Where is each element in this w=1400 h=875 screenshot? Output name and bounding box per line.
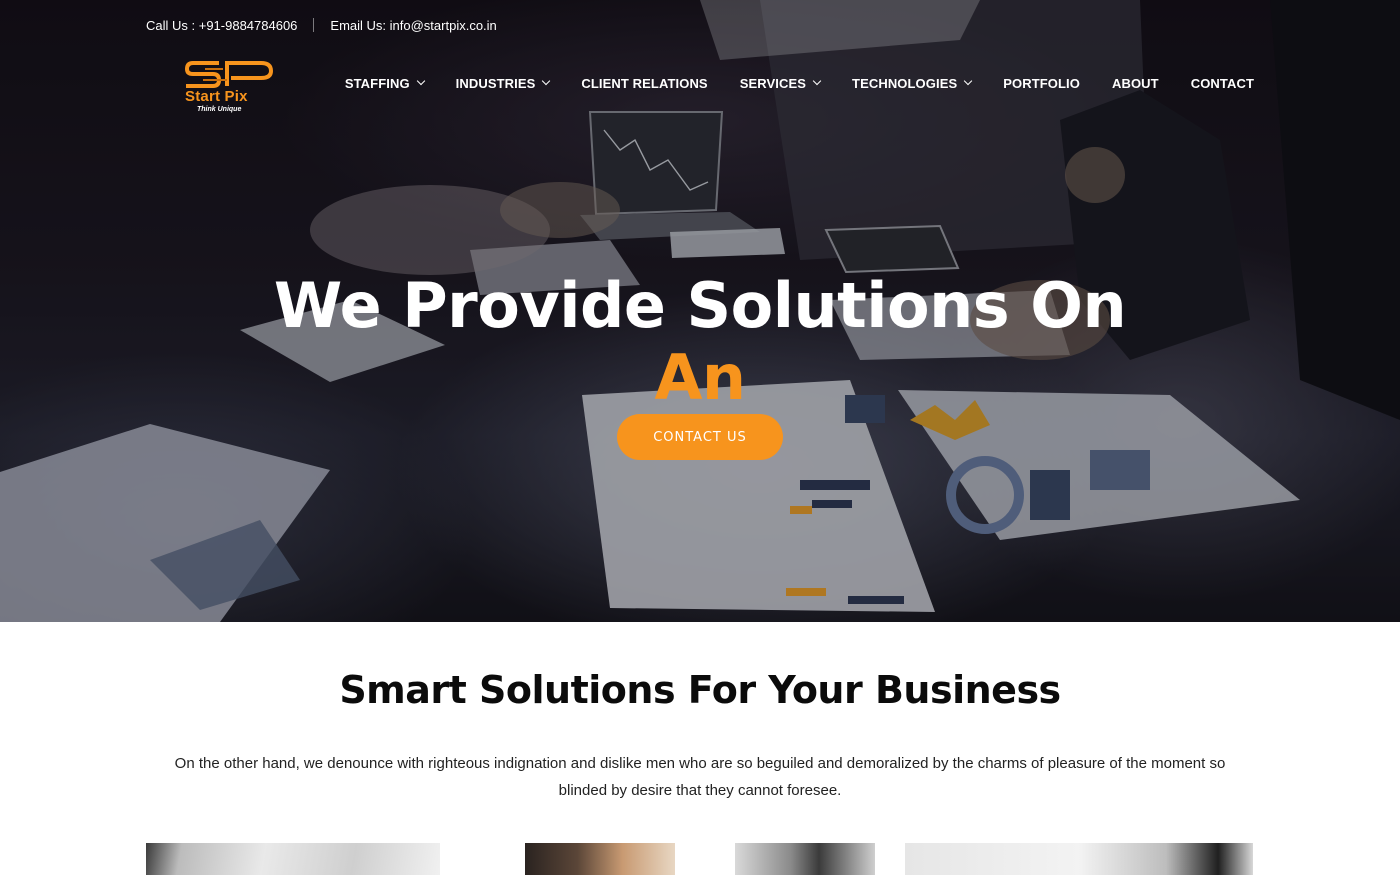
nav-label: ABOUT [1111,75,1159,91]
nav-label: TECHNOLOGIES [852,75,958,91]
site-logo[interactable]: Start Pix Think Unique [183,60,279,118]
nav-label: SERVICES [739,75,807,91]
chevron-down-icon [416,76,425,86]
hero-banner: Call Us : +91-9884784606 Email Us: info@… [0,0,1400,622]
hero-headline-rotating-word: An [654,341,746,414]
nav-item-staffing[interactable]: STAFFING [344,75,425,91]
nav-label: PORTFOLIO [1003,75,1080,91]
hero-headline-line1: We Provide Solutions On [273,269,1127,342]
divider [313,18,315,32]
gallery-image[interactable] [735,843,875,875]
chevron-down-icon [964,76,973,86]
top-info-bar: Call Us : +91-9884784606 Email Us: info@… [146,16,497,34]
gallery-image[interactable] [146,843,440,875]
chevron-down-icon [812,76,822,86]
nav-item-industries[interactable]: INDUSTRIES [455,75,551,91]
nav-item-technologies[interactable]: TECHNOLOGIES [852,75,973,91]
nav-label: INDUSTRIES [455,75,536,91]
image-gallery [0,843,1400,875]
section-title: Smart Solutions For Your Business [339,668,1061,712]
logo-name: Start Pix [185,88,248,105]
main-navigation: STAFFING INDUSTRIES CLIENT RELATIONS SER… [345,74,1254,92]
nav-item-portfolio[interactable]: PORTFOLIO [1003,76,1080,91]
logo-mark-icon [184,61,274,88]
section-description: On the other hand, we denounce with righ… [174,755,1226,799]
nav-label: CLIENT RELATIONS [581,75,708,91]
email-address[interactable]: Email Us: info@startpix.co.in [330,18,496,33]
nav-item-about[interactable]: ABOUT [1112,76,1159,91]
contact-us-button[interactable]: CONTACT US [617,414,783,460]
chevron-down-icon [542,76,551,86]
nav-item-client-relations[interactable]: CLIENT RELATIONS [581,76,707,91]
gallery-image[interactable] [525,843,675,875]
logo-tagline: Think Unique [197,106,242,113]
nav-label: CONTACT [1190,75,1254,91]
nav-item-services[interactable]: SERVICES [739,75,822,91]
gallery-image[interactable] [905,843,1253,875]
hero-headline: We Provide Solutions On An [0,270,1400,414]
phone-number[interactable]: Call Us : +91-9884784606 [146,18,297,33]
nav-label: STAFFING [344,75,410,91]
nav-item-contact[interactable]: CONTACT [1191,76,1254,91]
